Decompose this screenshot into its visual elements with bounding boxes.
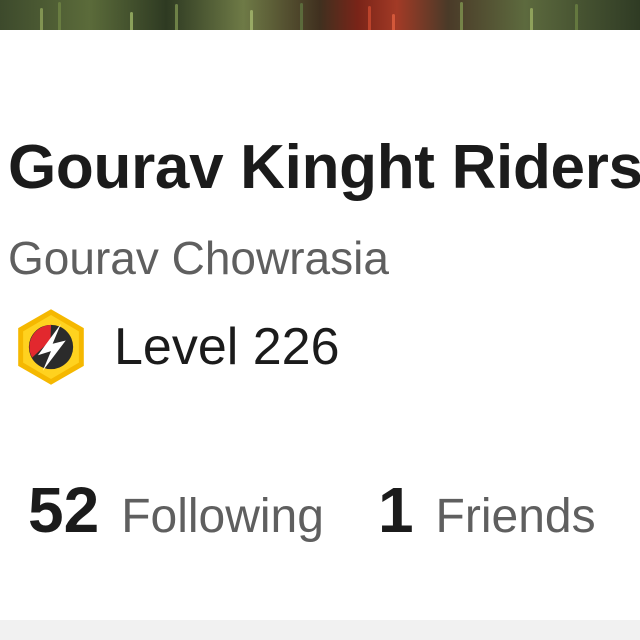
level-row: Level 226 [10, 306, 340, 388]
profile-page: Gourav Kinght Riders Gourav Chowrasia Le… [0, 0, 640, 640]
cover-image [0, 0, 640, 30]
owner-name: Gourav Chowrasia [8, 232, 389, 284]
following-count: 52 [28, 474, 100, 546]
following-label: Following [121, 490, 324, 543]
section-divider [0, 620, 640, 640]
bolt-badge-icon [18, 309, 84, 385]
friends-stat[interactable]: 1 Friends [378, 470, 596, 557]
friends-label: Friends [435, 490, 596, 543]
stats-row: 52 Following 1 Friends [28, 470, 596, 557]
team-name: Gourav Kinght Riders [8, 133, 640, 202]
friends-count: 1 [377, 474, 414, 546]
level-label: Level 226 [114, 318, 340, 376]
following-stat[interactable]: 52 Following [28, 470, 324, 557]
